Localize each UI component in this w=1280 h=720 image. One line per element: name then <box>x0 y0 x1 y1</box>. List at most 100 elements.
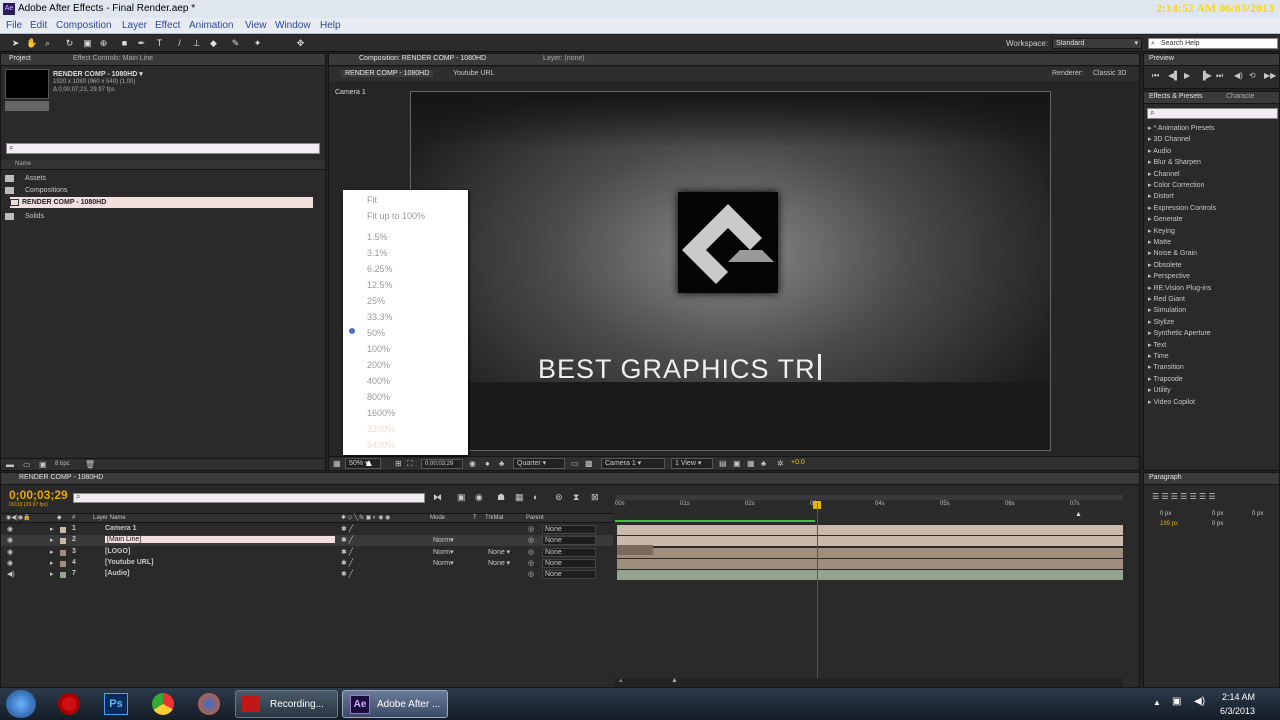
column-layer-name[interactable]: Layer Name <box>93 515 126 521</box>
zoom-option-3200[interactable]: 3200% <box>367 424 395 434</box>
tab-composition[interactable]: Composition: RENDER COMP - 1080HD <box>359 55 486 62</box>
zoom-option-6400[interactable]: 6400% <box>367 440 395 450</box>
trash-icon[interactable]: 🗑 <box>85 460 95 469</box>
layer-parent-select[interactable]: None <box>542 570 596 580</box>
photoshop-icon[interactable]: Ps <box>104 693 128 715</box>
taskbar-after-effects-button[interactable]: Ae Adobe After ... <box>342 690 448 718</box>
menu-effect[interactable]: Effect <box>155 20 180 31</box>
label-column-icon[interactable]: ◆ <box>57 514 62 521</box>
live-update-icon[interactable]: ▣ <box>457 492 466 503</box>
eraser-tool-icon[interactable]: ◆ <box>208 38 219 49</box>
fast-previews-icon[interactable]: ▣ <box>733 459 741 468</box>
firefox-icon[interactable] <box>198 693 220 715</box>
zoom-option-6-25[interactable]: 6.25% <box>367 264 393 274</box>
zoom-option-1-5[interactable]: 1.5% <box>367 232 388 242</box>
layer-row[interactable]: ◉ ▸ 2 [Main Line] ✱ ╱ Norm▾ ◎ None <box>1 535 613 547</box>
next-frame-icon[interactable]: ▐▶ <box>1200 71 1212 80</box>
timeline-zoom-bar[interactable]: ▴ ▲ <box>615 677 1123 687</box>
exposure-value[interactable]: +0.0 <box>791 459 805 466</box>
effects-category-item[interactable]: ▸ Synthetic Aperture <box>1148 328 1211 339</box>
new-folder-icon[interactable]: ▭ <box>23 460 31 469</box>
layer-switches-icon[interactable]: ✱ ╱ <box>341 525 353 533</box>
mask-visibility-icon[interactable]: ⛶ <box>407 459 413 469</box>
effects-category-item[interactable]: ▸ Keying <box>1148 226 1175 237</box>
zoom-tool-icon[interactable]: ⌕ <box>42 38 53 49</box>
space-after-value[interactable]: 0 px <box>1212 521 1223 527</box>
chrome-icon[interactable] <box>152 693 174 715</box>
expand-layer-icon[interactable]: ▸ <box>50 570 54 578</box>
region-of-interest-icon[interactable]: ▭ <box>571 459 579 468</box>
safe-zones-icon[interactable]: ⊞ <box>395 459 402 468</box>
layer-name[interactable]: [LOGO] <box>105 548 130 555</box>
toggle-pixel-aspect-icon[interactable]: ▤ <box>719 459 727 468</box>
timeline-search-input[interactable]: ⌕ <box>73 492 425 503</box>
layer-parent-select[interactable]: None <box>542 536 596 546</box>
zoom-option-12-5[interactable]: 12.5% <box>367 280 393 290</box>
menu-composition[interactable]: Composition <box>56 20 112 31</box>
timeline-icon[interactable]: ▦ <box>747 459 755 468</box>
tab-project[interactable]: Project <box>9 55 31 62</box>
parent-pickwhip-icon[interactable]: ◎ <box>528 525 534 533</box>
zoom-option-3-1[interactable]: 3.1% <box>367 248 388 258</box>
zoom-option-1600[interactable]: 1600% <box>367 408 395 418</box>
effects-category-item[interactable]: ▸ Simulation <box>1148 305 1186 316</box>
layer-duration-bar[interactable] <box>617 536 1123 547</box>
layer-trkmat-select[interactable]: None ▾ <box>488 548 510 556</box>
zoom-option-800[interactable]: 800% <box>367 392 390 402</box>
visibility-eye-icon[interactable]: ◉ <box>7 536 13 544</box>
zoom-option-33-3[interactable]: 33.3% <box>367 312 393 322</box>
menu-help[interactable]: Help <box>320 20 341 31</box>
exposure-reset-icon[interactable]: ✲ <box>777 459 784 468</box>
loop-icon[interactable]: ⟲ <box>1249 71 1256 80</box>
tab-layer[interactable]: Layer: (none) <box>543 55 585 62</box>
visibility-eye-icon[interactable]: ◉ <box>7 559 13 567</box>
pan-behind-tool-icon[interactable]: ⊕ <box>98 38 109 49</box>
project-item-assets[interactable]: Assets <box>5 173 313 184</box>
expand-layer-icon[interactable]: ▸ <box>50 536 54 544</box>
auto-keyframe-icon[interactable]: ⧗ <box>573 492 579 503</box>
last-frame-icon[interactable]: ⏭ <box>1216 71 1223 81</box>
effects-category-item[interactable]: ▸ Time <box>1148 351 1169 362</box>
layer-out-marker[interactable]: ▲ <box>1075 511 1082 518</box>
layer-row[interactable]: ◀) ▸ 7 [Audio] ✱ ╱ ◎ None <box>1 569 613 580</box>
effects-category-item[interactable]: ▸ 3D Channel <box>1148 134 1190 145</box>
hide-shy-layers-icon[interactable]: ☗ <box>497 492 505 503</box>
space-before-value[interactable]: 199 px <box>1160 521 1178 527</box>
graph-editor-icon[interactable]: ⊠ <box>591 492 599 503</box>
menu-edit[interactable]: Edit <box>30 20 47 31</box>
search-help-input[interactable]: ⌕ Search Help <box>1148 38 1278 49</box>
time-ruler[interactable]: 00s01s02s03s04s05s06s07s ▲ <box>615 495 1123 523</box>
layer-row[interactable]: ◉ ▸ 4 [Youtube URL] ✱ ╱ Norm▾ None ▾ ◎ None <box>1 558 613 569</box>
effects-category-item[interactable]: ▸ Text <box>1148 340 1166 351</box>
previous-frame-icon[interactable]: ◀▌ <box>1168 71 1180 80</box>
volume-icon[interactable]: ◀) <box>1194 696 1205 707</box>
layer-switches-icon[interactable]: ✱ ╱ <box>341 570 353 578</box>
effects-category-item[interactable]: ▸ Trapcode <box>1148 374 1183 385</box>
effects-category-item[interactable]: ▸ Generate <box>1148 214 1183 225</box>
project-search-input[interactable]: ⌕ <box>6 143 320 154</box>
menu-view[interactable]: View <box>245 20 267 31</box>
zoom-option-25[interactable]: 25% <box>367 296 385 306</box>
layer-parent-select[interactable]: None <box>542 525 596 534</box>
menu-file[interactable]: File <box>6 20 22 31</box>
roto-brush-tool-icon[interactable]: ✎ <box>230 38 241 49</box>
effects-category-item[interactable]: ▸ Channel <box>1148 169 1180 180</box>
effects-category-item[interactable]: ▸ Stylize <box>1148 317 1174 328</box>
play-icon[interactable]: ▶ <box>1184 71 1190 80</box>
effects-search-input[interactable]: ⌕ <box>1147 108 1278 119</box>
menu-animation[interactable]: Animation <box>189 20 233 31</box>
project-item-render-comp[interactable]: RENDER COMP - 1080HD <box>10 197 313 208</box>
effects-category-item[interactable]: ▸ Matte <box>1148 237 1171 248</box>
brainstorm-icon[interactable]: ⊚ <box>555 492 563 503</box>
taskbar-time[interactable]: 2:14 AM <box>1222 692 1255 702</box>
work-area-bar[interactable] <box>615 495 1123 500</box>
composition-viewer[interactable]: BEST GRAPHICS TR <box>410 91 1051 451</box>
network-icon[interactable]: ▣ <box>1172 696 1181 707</box>
zoom-option-400[interactable]: 400% <box>367 376 390 386</box>
layer-row[interactable]: ◉ ▸ 3 [LOGO] ✱ ╱ Norm▾ None ▾ ◎ None <box>1 547 613 558</box>
effects-category-item[interactable]: ▸ RE:Vision Plug-ins <box>1148 283 1211 294</box>
motion-blur-icon[interactable]: ◐ <box>533 492 538 502</box>
effects-category-item[interactable]: ▸ Audio <box>1148 146 1171 157</box>
mask-tool-icon[interactable]: ■ <box>119 38 130 49</box>
flowchart-icon[interactable]: ♣ <box>761 459 766 468</box>
